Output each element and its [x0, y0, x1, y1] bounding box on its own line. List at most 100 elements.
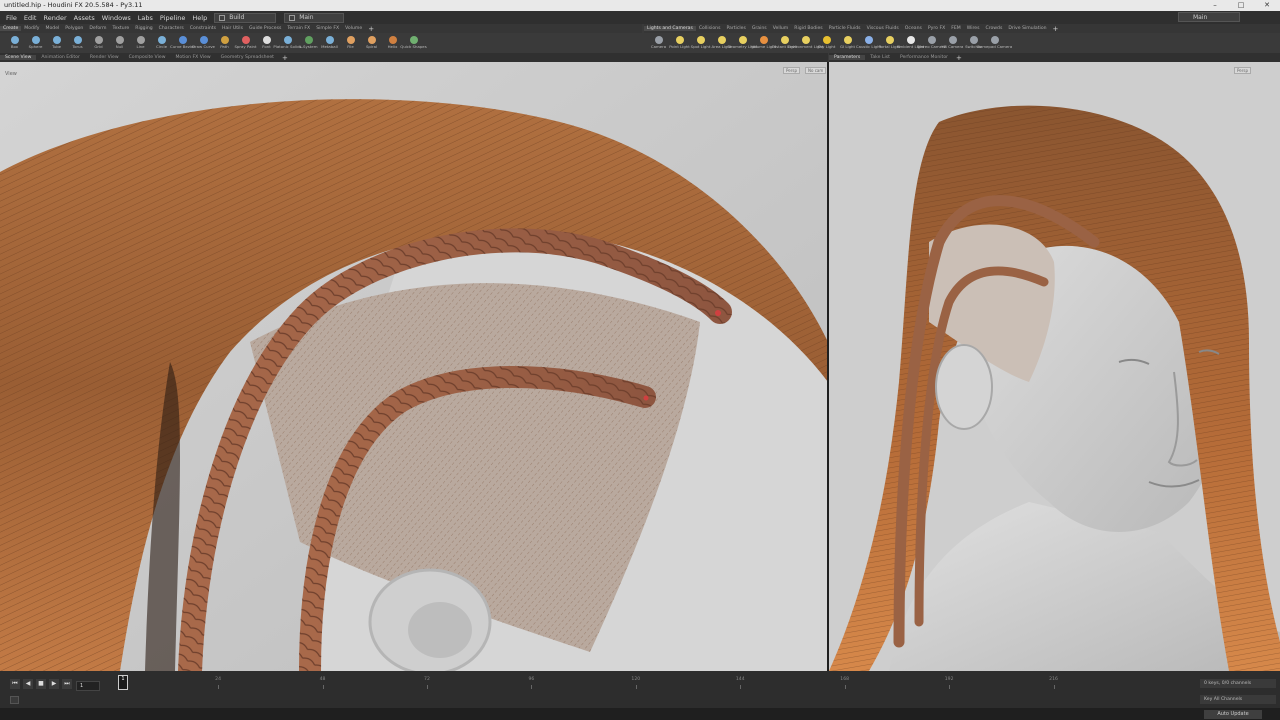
current-frame-field[interactable]: 1	[76, 681, 100, 691]
key-all-channels-button[interactable]: Key All Channels	[1200, 695, 1276, 704]
tool-14[interactable]: L-System	[298, 33, 319, 53]
pane-tab-4[interactable]: Motion FX View	[170, 55, 215, 60]
shelf-tab-right-6[interactable]: Particle Fluids	[826, 26, 864, 31]
pane-tab-right-2[interactable]: Performance Monitor	[895, 55, 953, 60]
tool-right-15[interactable]: Switcher	[963, 33, 984, 53]
timeline-ruler[interactable]: 24 48 72 96 120 144 168 192 216	[118, 675, 1158, 691]
minimize-icon[interactable]: –	[1202, 0, 1228, 11]
tool-right-2[interactable]: Spot Light	[690, 33, 711, 53]
tool-9[interactable]: Draw Curve	[192, 33, 215, 53]
tool-right-16[interactable]: Gamepad Camera	[977, 33, 1012, 53]
pane-tab-add-icon[interactable]: +	[279, 54, 291, 62]
shelf-tab-1[interactable]: Modify	[21, 26, 42, 31]
tool-right-13[interactable]: Stereo Camera	[917, 33, 946, 53]
tool-15[interactable]: Metaball	[319, 33, 340, 53]
shelf-tab-2[interactable]: Model	[43, 26, 63, 31]
tool-4[interactable]: Grid	[88, 33, 109, 53]
tool-right-3[interactable]: Area Light	[711, 33, 732, 53]
menu-assets[interactable]: Assets	[74, 14, 95, 22]
pane-tab-0[interactable]: Scene View	[0, 55, 37, 60]
tool-right-9[interactable]: GI Light	[837, 33, 858, 53]
tool-7[interactable]: Circle	[151, 33, 172, 53]
tool-right-0[interactable]: Camera	[648, 33, 669, 53]
tool-5[interactable]: Null	[109, 33, 130, 53]
tool-10[interactable]: Path	[214, 33, 235, 53]
shelf-tab-8[interactable]: Constraints	[187, 26, 219, 31]
shelf-tab-5[interactable]: Texture	[109, 26, 132, 31]
shelf-tab-right-4[interactable]: Vellum	[770, 26, 792, 31]
tool-0[interactable]: Box	[4, 33, 25, 53]
tool-13[interactable]: Platonic Solids	[273, 33, 302, 53]
pane-tab-2[interactable]: Render View	[85, 55, 124, 60]
pane-tab-right-0[interactable]: Parameters	[829, 55, 866, 60]
tool-1[interactable]: Sphere	[25, 33, 46, 53]
shelf-tab-right-add-icon[interactable]: +	[1050, 25, 1062, 33]
shelf-tab-right-9[interactable]: Pyro FX	[925, 26, 948, 31]
range-toggle-button[interactable]	[10, 696, 19, 704]
shelf-tab-11[interactable]: Terrain FX	[284, 26, 313, 31]
pane-tab-5[interactable]: Geometry Spreadsheet	[216, 55, 279, 60]
pane-tab-right-1[interactable]: Take List	[865, 55, 895, 60]
shelf-tab-13[interactable]: Volume	[342, 26, 365, 31]
shelf-tab-right-0[interactable]: Lights and Cameras	[644, 26, 696, 31]
tool-right-1[interactable]: Point Light	[669, 33, 690, 53]
shelf-tab-right-3[interactable]: Grains	[749, 26, 770, 31]
tool-right-12[interactable]: Ambient Light	[897, 33, 924, 53]
menu-edit[interactable]: Edit	[24, 14, 37, 22]
shelf-tab-3[interactable]: Polygon	[62, 26, 86, 31]
scene-viewport-left[interactable]: View Persp No cam	[0, 62, 828, 671]
right-desktop-selector[interactable]: Main	[1178, 12, 1240, 22]
shelf-tab-0[interactable]: Create	[0, 26, 22, 31]
tool-right-7[interactable]: Environment Light	[788, 33, 823, 53]
shelf-tab-right-5[interactable]: Rigid Bodies	[791, 26, 825, 31]
pane-tab-1[interactable]: Animation Editor	[36, 55, 84, 60]
play-button[interactable]: ▶	[49, 679, 59, 689]
stop-button[interactable]: ■	[36, 679, 46, 689]
tool-18[interactable]: Helix	[382, 33, 403, 53]
shelf-tab-9[interactable]: Hair Utils	[219, 26, 246, 31]
tool-12[interactable]: Font	[256, 33, 277, 53]
pane-tab-right-add-icon[interactable]: +	[953, 54, 965, 62]
shelf-tab-right-7[interactable]: Viscous Fluids	[864, 26, 902, 31]
shelf-tab-6[interactable]: Rigging	[132, 26, 155, 31]
shelf-tab-4[interactable]: Deform	[86, 26, 109, 31]
tool-11[interactable]: Spray Paint	[234, 33, 257, 53]
shelf-tab-right-2[interactable]: Particles	[723, 26, 748, 31]
shelf-tab-right-13[interactable]: Drive Simulation	[1005, 26, 1049, 31]
tool-right-5[interactable]: Volume Light	[751, 33, 776, 53]
pane-tab-3[interactable]: Composite View	[124, 55, 171, 60]
menu-render[interactable]: Render	[43, 14, 66, 22]
tool-right-6[interactable]: Distant Light	[772, 33, 797, 53]
tool-16[interactable]: File	[340, 33, 361, 53]
close-icon[interactable]: ✕	[1254, 0, 1280, 11]
shelf-tab-add-icon[interactable]: +	[365, 25, 377, 33]
tool-8[interactable]: Curve Bezier	[170, 33, 195, 53]
menu-labs[interactable]: Labs	[138, 14, 153, 22]
menu-help[interactable]: Help	[192, 14, 207, 22]
shelf-tab-right-1[interactable]: Collisions	[696, 26, 724, 31]
menu-file[interactable]: File	[6, 14, 17, 22]
shelf-tab-12[interactable]: Simple FX	[313, 26, 342, 31]
right-persp-menu[interactable]: Persp	[1234, 67, 1251, 74]
shelf-tab-10[interactable]: Guide Process	[246, 26, 284, 31]
shelf-tab-right-8[interactable]: Oceans	[902, 26, 925, 31]
step-back-button[interactable]: ◀	[23, 679, 33, 689]
shelf-tab-right-11[interactable]: Wires	[964, 26, 983, 31]
network-selector[interactable]: Main	[284, 12, 345, 23]
tool-right-4[interactable]: Geometry Light	[727, 33, 758, 53]
tool-right-14[interactable]: VR Camera	[942, 33, 963, 53]
shelf-tab-7[interactable]: Characters	[156, 26, 187, 31]
shelf-tab-right-12[interactable]: Crowds	[982, 26, 1005, 31]
menu-windows[interactable]: Windows	[102, 14, 131, 22]
desktop-selector[interactable]: Build	[214, 12, 277, 23]
tool-3[interactable]: Torus	[67, 33, 88, 53]
tool-right-11[interactable]: Portal Light	[878, 33, 901, 53]
tool-2[interactable]: Tube	[46, 33, 67, 53]
tool-17[interactable]: Spiral	[361, 33, 382, 53]
jump-end-button[interactable]: ⏭	[62, 679, 72, 689]
menu-pipeline[interactable]: Pipeline	[160, 14, 185, 22]
tool-6[interactable]: Line	[130, 33, 151, 53]
tool-right-8[interactable]: Sky Light	[816, 33, 837, 53]
scene-viewport-right[interactable]: Persp	[829, 62, 1280, 671]
shelf-tab-right-10[interactable]: FEM	[948, 26, 964, 31]
